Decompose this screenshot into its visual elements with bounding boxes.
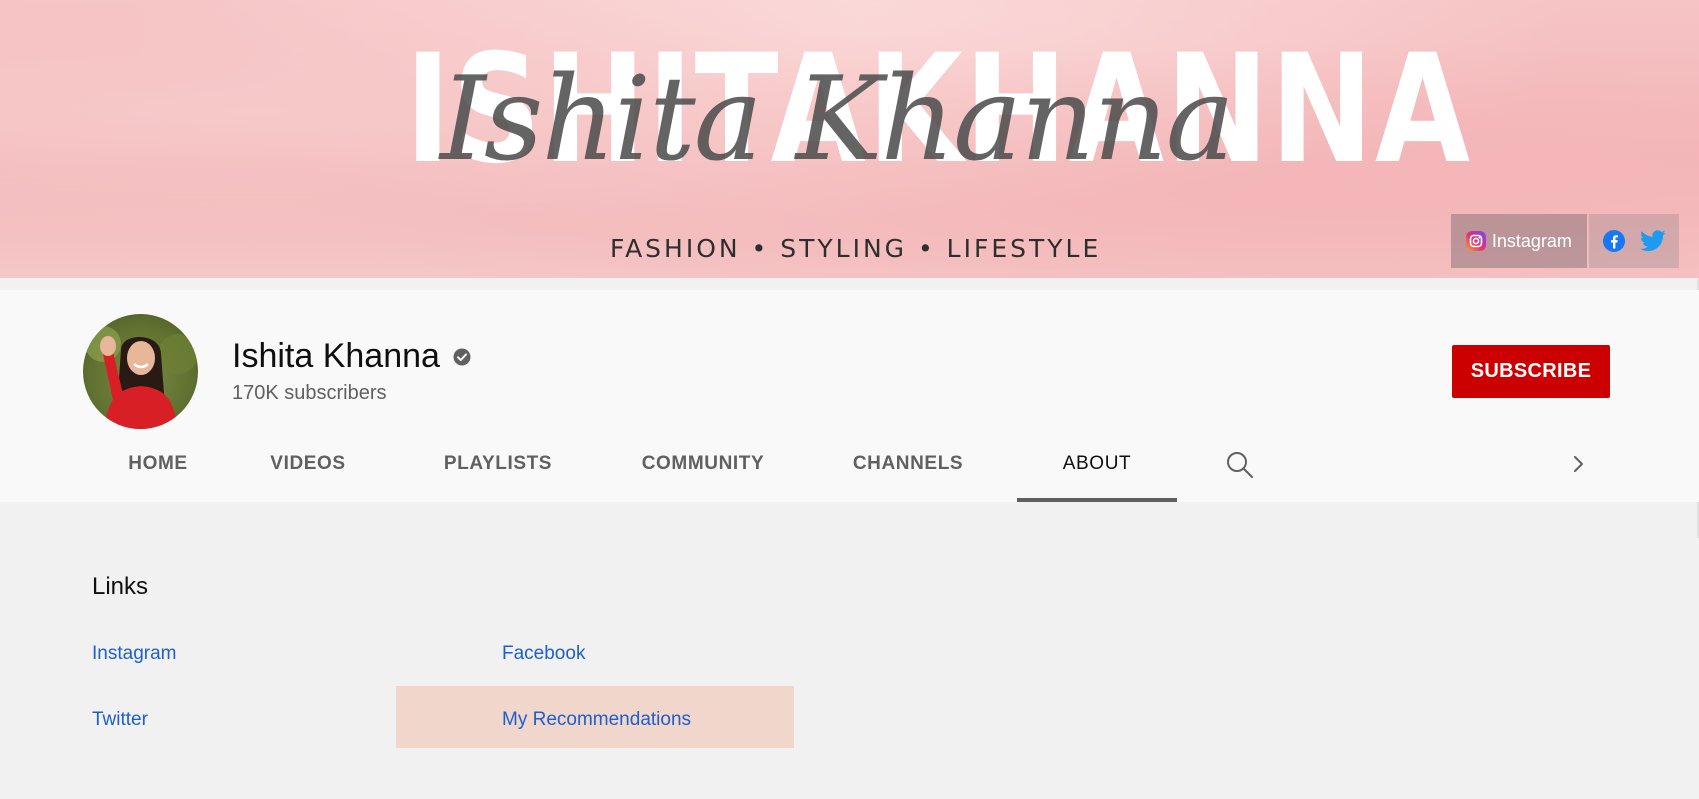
facebook-icon[interactable] bbox=[1602, 229, 1626, 253]
subscribe-button[interactable]: SUBSCRIBE bbox=[1452, 345, 1610, 398]
tab-videos[interactable]: VIDEOS bbox=[233, 430, 383, 502]
tab-community[interactable]: COMMUNITY bbox=[613, 430, 793, 502]
verified-badge-icon bbox=[453, 348, 471, 366]
banner-link-instagram-label: Instagram bbox=[1491, 230, 1572, 251]
link-facebook[interactable]: Facebook bbox=[502, 641, 585, 667]
twitter-icon[interactable] bbox=[1639, 230, 1666, 252]
avatar[interactable] bbox=[83, 314, 198, 429]
banner-link-instagram[interactable]: Instagram bbox=[1451, 214, 1587, 268]
banner-link-icons bbox=[1588, 214, 1679, 268]
tab-channels[interactable]: CHANNELS bbox=[823, 430, 993, 502]
tab-playlists[interactable]: PLAYLISTS bbox=[413, 430, 583, 502]
instagram-icon bbox=[1465, 231, 1486, 251]
banner-script-title: Ishita Khanna bbox=[440, 52, 1235, 187]
link-instagram[interactable]: Instagram bbox=[92, 641, 176, 667]
tab-about[interactable]: ABOUT bbox=[1017, 430, 1177, 502]
chevron-right-icon[interactable] bbox=[1566, 452, 1590, 476]
banner-links: Instagram bbox=[1451, 214, 1679, 268]
channel-tabs: HOME VIDEOS PLAYLISTS COMMUNITY CHANNELS… bbox=[83, 430, 1613, 502]
channel-name: Ishita Khanna bbox=[232, 337, 440, 375]
link-my-recommendations[interactable]: My Recommendations bbox=[502, 707, 691, 733]
tab-home[interactable]: HOME bbox=[83, 430, 233, 502]
links-section-title: Links bbox=[92, 573, 149, 600]
subscriber-count: 170K subscribers bbox=[232, 382, 387, 404]
channel-header: Ishita Khanna 170K subscribers SUBSCRIBE… bbox=[0, 290, 1699, 502]
link-twitter[interactable]: Twitter bbox=[92, 707, 148, 733]
search-icon[interactable] bbox=[1225, 450, 1255, 480]
banner-tagline: FASHION • STYLING • LIFESTYLE bbox=[610, 234, 1102, 263]
channel-banner: ISHITA KHANNA Ishita Khanna FASHION • ST… bbox=[0, 0, 1699, 278]
